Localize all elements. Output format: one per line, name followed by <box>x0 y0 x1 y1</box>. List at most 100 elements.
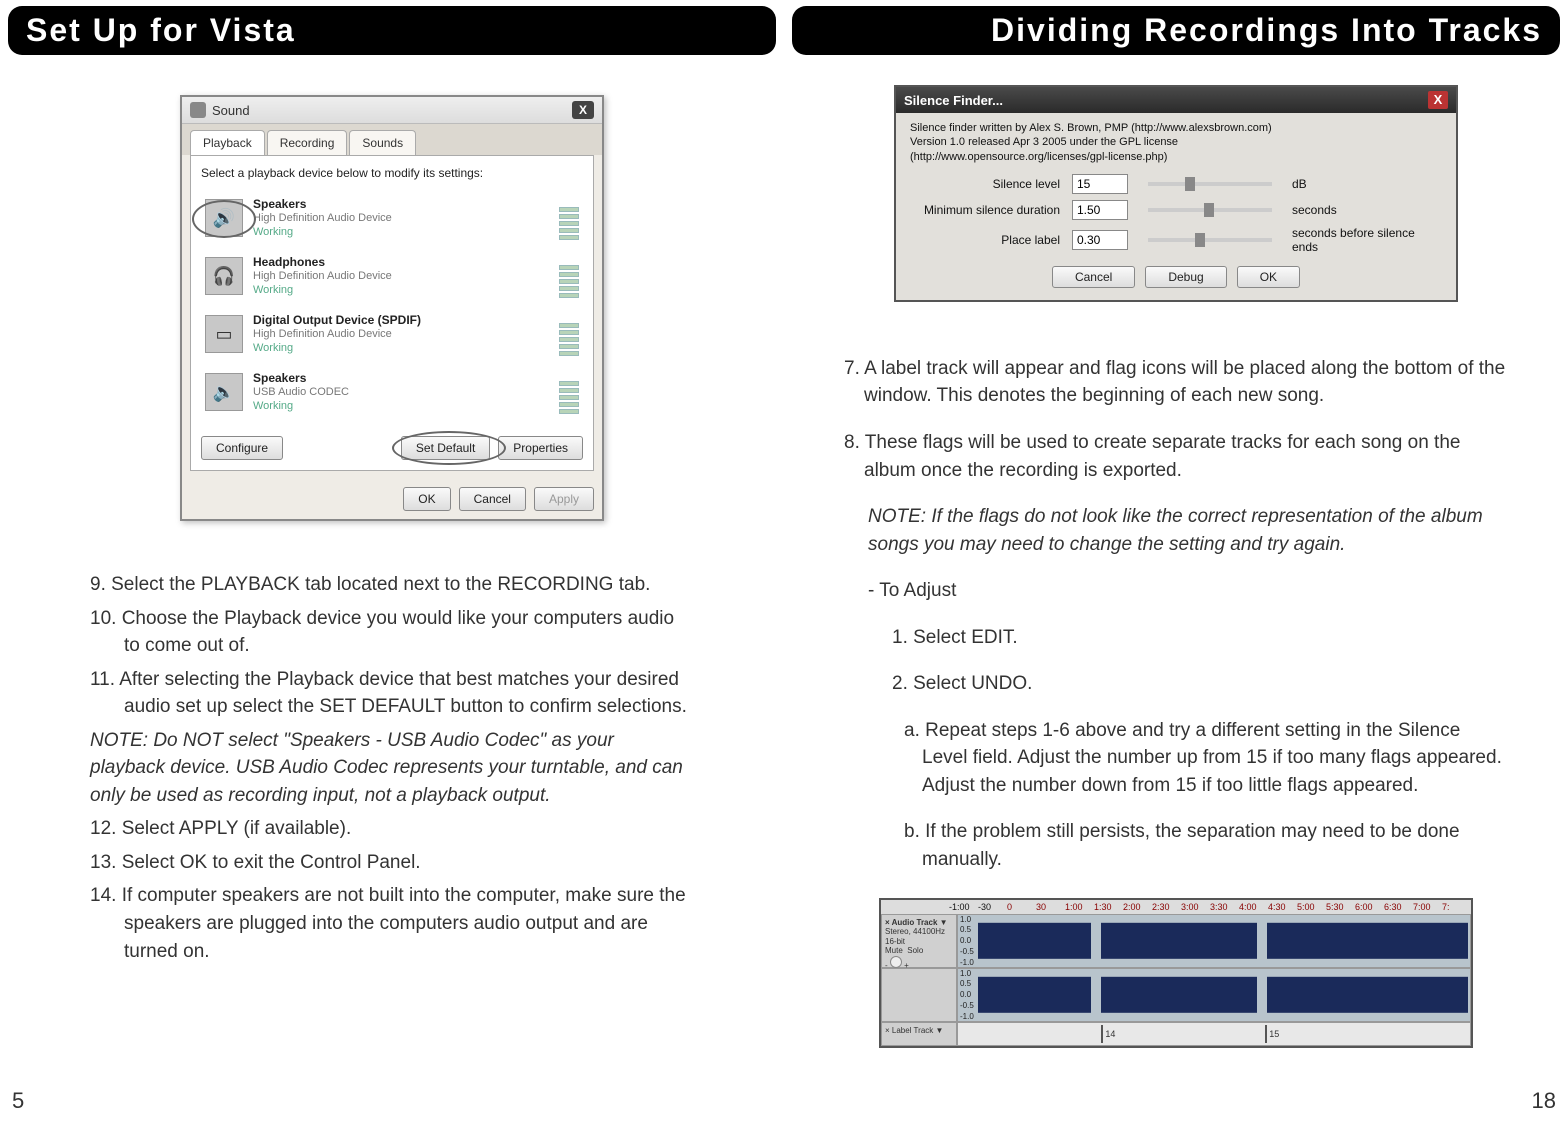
sound-dialog-titlebar: Sound X <box>182 97 602 124</box>
level-meter-icon <box>559 312 579 356</box>
track-info: Stereo, 44100Hz <box>885 927 953 937</box>
waveform-icon <box>978 976 1468 1012</box>
min-duration-slider[interactable] <box>1148 208 1272 212</box>
device-desc: High Definition Audio Device <box>253 328 549 342</box>
min-duration-row: Minimum silence duration seconds <box>910 200 1442 220</box>
silence-debug-button[interactable]: Debug <box>1145 266 1226 288</box>
device-speakers-usb[interactable]: 🔈 Speakers USB Audio CODEC Working <box>201 364 583 420</box>
label-track-panel[interactable]: × Label Track ▼ <box>881 1022 957 1046</box>
sound-dialog: Sound X Playback Recording Sounds Select… <box>180 95 604 521</box>
silence-info: Silence finder written by Alex S. Brown,… <box>910 121 1442 164</box>
to-adjust-header: - To Adjust <box>844 577 1508 605</box>
device-name: Headphones <box>253 255 549 270</box>
configure-button[interactable]: Configure <box>201 436 283 460</box>
silence-info-line2: Version 1.0 released Apr 3 2005 under th… <box>910 135 1442 149</box>
device-spdif[interactable]: ▭ Digital Output Device (SPDIF) High Def… <box>201 306 583 362</box>
right-instructions: 7. A label track will appear and flag ic… <box>784 326 1568 874</box>
flag-marker-icon[interactable]: 14 <box>1101 1025 1115 1043</box>
slider-handle-icon[interactable] <box>1204 203 1214 217</box>
page-number-right: 18 <box>1532 1088 1556 1114</box>
silence-title: Silence Finder... <box>904 93 1003 108</box>
cancel-button[interactable]: Cancel <box>459 487 526 511</box>
step-10: 10. Choose the Playback device you would… <box>90 605 694 660</box>
waveform-right[interactable]: 1.0 0.5 0.0 -0.5 -1.0 <box>957 968 1471 1022</box>
close-icon[interactable]: X <box>572 101 594 119</box>
step-14: 14. If computer speakers are not built i… <box>90 882 694 965</box>
place-label-row: Place label seconds before silence ends <box>910 226 1442 254</box>
left-page-header: Set Up for Vista <box>8 6 776 55</box>
audacity-screenshot: -1:00 -30 0 30 1:00 1:30 2:00 2:30 3:00 … <box>879 898 1473 1048</box>
device-status: Working <box>253 226 549 240</box>
speaker-icon: 🔊 <box>205 199 243 237</box>
solo-button[interactable]: Solo <box>907 946 923 955</box>
properties-button[interactable]: Properties <box>498 436 583 460</box>
device-name: Speakers <box>253 197 549 212</box>
device-status: Working <box>253 400 549 414</box>
step-9: 9. Select the PLAYBACK tab located next … <box>90 571 694 599</box>
silence-level-input[interactable] <box>1072 174 1128 194</box>
label-track-title: Label Track <box>892 1026 933 1035</box>
silence-cancel-button[interactable]: Cancel <box>1052 266 1135 288</box>
level-meter-icon <box>559 196 579 240</box>
flag-label: 15 <box>1269 1029 1279 1039</box>
level-meter-icon <box>559 254 579 298</box>
label-track[interactable]: 14 15 <box>957 1022 1471 1046</box>
ok-button[interactable]: OK <box>403 487 450 511</box>
step-8: 8. These flags will be used to create se… <box>844 429 1508 484</box>
waveform-left[interactable]: 1.0 0.5 0.0 -0.5 -1.0 <box>957 914 1471 968</box>
gain-knob-icon[interactable] <box>890 956 902 968</box>
device-speakers-hd[interactable]: 🔊 Speakers High Definition Audio Device … <box>201 190 583 246</box>
device-name: Digital Output Device (SPDIF) <box>253 313 549 328</box>
device-status: Working <box>253 284 549 298</box>
tab-sounds[interactable]: Sounds <box>349 130 416 155</box>
device-name: Speakers <box>253 371 549 386</box>
playback-caption: Select a playback device below to modify… <box>201 166 583 180</box>
track-panel[interactable]: × Audio Track ▼ Stereo, 44100Hz 16-bit M… <box>881 914 957 968</box>
step-12: 12. Select APPLY (if available). <box>90 815 694 843</box>
mute-button[interactable]: Mute <box>885 946 903 955</box>
silence-level-unit: dB <box>1292 177 1442 191</box>
track-bit: 16-bit <box>885 937 953 947</box>
device-headphones[interactable]: 🎧 Headphones High Definition Audio Devic… <box>201 248 583 304</box>
silence-info-line1: Silence finder written by Alex S. Brown,… <box>910 121 1442 135</box>
playback-tab-body: Select a playback device below to modify… <box>190 155 594 471</box>
silence-level-label: Silence level <box>910 177 1060 191</box>
silence-level-slider[interactable] <box>1148 182 1272 186</box>
silence-ok-button[interactable]: OK <box>1237 266 1300 288</box>
silence-level-row: Silence level dB <box>910 174 1442 194</box>
min-duration-input[interactable] <box>1072 200 1128 220</box>
device-desc: High Definition Audio Device <box>253 212 549 226</box>
track-panel-lower <box>881 968 957 1022</box>
tab-row: Playback Recording Sounds <box>182 124 602 155</box>
apply-button[interactable]: Apply <box>534 487 594 511</box>
speaker-usb-icon: 🔈 <box>205 373 243 411</box>
silence-info-line3: (http://www.opensource.org/licenses/gpl-… <box>910 150 1442 164</box>
tab-playback[interactable]: Playback <box>190 130 265 155</box>
min-duration-label: Minimum silence duration <box>910 203 1060 217</box>
close-icon[interactable]: X <box>1428 91 1448 109</box>
flag-marker-icon[interactable]: 15 <box>1265 1025 1279 1043</box>
slider-handle-icon[interactable] <box>1195 233 1205 247</box>
device-desc: USB Audio CODEC <box>253 386 549 400</box>
sound-icon <box>190 102 206 118</box>
tab-recording[interactable]: Recording <box>267 130 348 155</box>
waveform-icon <box>978 922 1468 958</box>
adjust-sub-a: a. Repeat steps 1-6 above and try a diff… <box>844 717 1508 800</box>
track-title: Audio Track <box>892 918 938 927</box>
flag-label: 14 <box>1105 1029 1115 1039</box>
right-note: NOTE: If the flags do not look like the … <box>844 503 1508 558</box>
left-note: NOTE: Do NOT select "Speakers - USB Audi… <box>90 727 694 810</box>
right-page-header: Dividing Recordings Into Tracks <box>792 6 1560 55</box>
headphones-icon: 🎧 <box>205 257 243 295</box>
adjust-sub-b: b. If the problem still persists, the se… <box>844 818 1508 873</box>
place-label-slider[interactable] <box>1148 238 1272 242</box>
place-label-input[interactable] <box>1072 230 1128 250</box>
spdif-icon: ▭ <box>205 315 243 353</box>
silence-finder-dialog: Silence Finder... X Silence finder writt… <box>894 85 1458 302</box>
step-13: 13. Select OK to exit the Control Panel. <box>90 849 694 877</box>
place-label-unit: seconds before silence ends <box>1292 226 1442 254</box>
set-default-button[interactable]: Set Default <box>401 436 490 460</box>
slider-handle-icon[interactable] <box>1185 177 1195 191</box>
left-instructions: 9. Select the PLAYBACK tab located next … <box>0 551 784 965</box>
device-list: 🔊 Speakers High Definition Audio Device … <box>201 190 583 420</box>
